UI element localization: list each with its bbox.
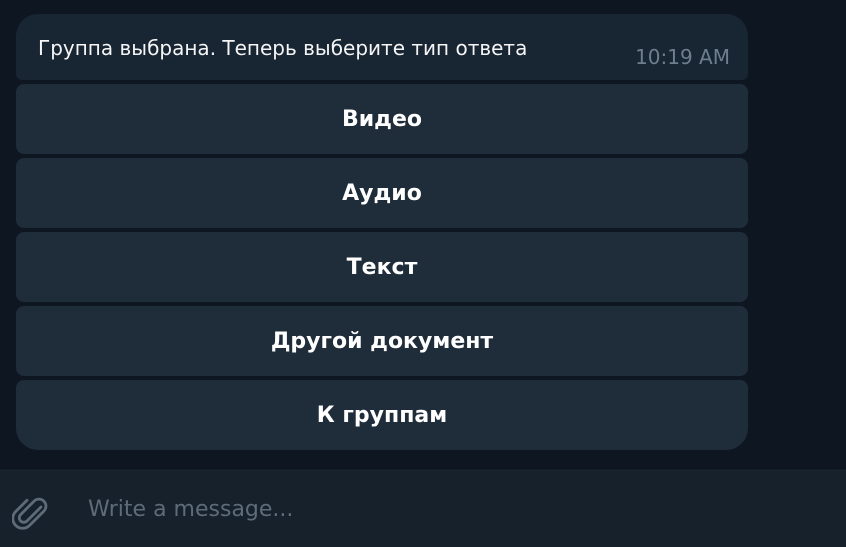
paperclip-icon[interactable]: [11, 495, 52, 535]
chat-area: Группа выбрана. Теперь выберите тип отве…: [0, 0, 846, 468]
inline-button-other-document[interactable]: Другой документ: [16, 306, 748, 376]
inline-button-back-to-groups[interactable]: К группам: [16, 380, 748, 450]
message-input[interactable]: [88, 489, 808, 529]
message-text: Группа выбрана. Теперь выберите тип отве…: [38, 36, 528, 60]
inline-button-audio[interactable]: Аудио: [16, 158, 748, 228]
inline-button-text[interactable]: Текст: [16, 232, 748, 302]
message-bubble: Группа выбрана. Теперь выберите тип отве…: [16, 14, 748, 80]
inline-button-video[interactable]: Видео: [16, 84, 748, 154]
message-composer: [0, 468, 846, 547]
message-time: 10:19 AM: [635, 45, 730, 69]
